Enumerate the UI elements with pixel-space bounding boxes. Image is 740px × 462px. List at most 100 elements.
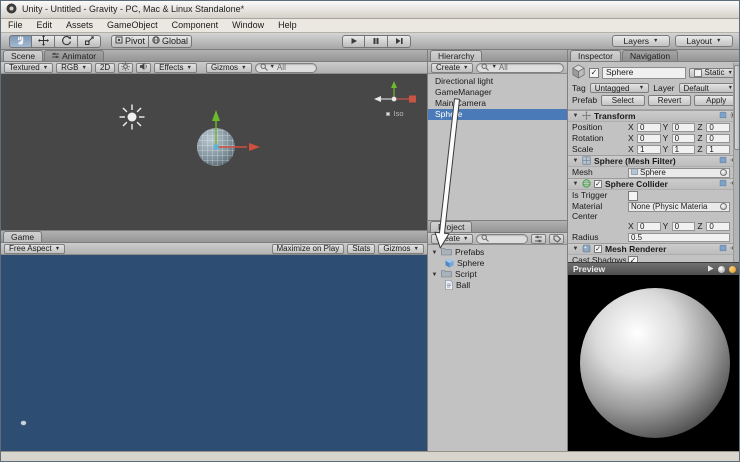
scene-viewport[interactable]: Iso (1, 74, 427, 230)
scene-audio-toggle[interactable] (136, 62, 152, 73)
preview-light-icon[interactable] (718, 265, 725, 273)
effects-dropdown[interactable]: Effects ▼ (154, 62, 197, 73)
center-x-field[interactable]: 0 (637, 222, 661, 231)
physic-material-field[interactable]: None (Physic Materia (628, 201, 730, 212)
rotation-z-field[interactable]: 0 (706, 134, 731, 143)
mesh-renderer-header[interactable]: ▼ Mesh Renderer (568, 243, 739, 255)
hand-tool-button[interactable] (9, 34, 32, 48)
layers-dropdown[interactable]: Layers ▼ (612, 35, 670, 47)
prefab-revert-button[interactable]: Revert (647, 95, 692, 106)
prefab-apply-button[interactable]: Apply (694, 95, 739, 106)
project-item-ball-script[interactable]: Ball (428, 279, 567, 291)
tab-project[interactable]: Project (430, 221, 473, 232)
radius-field[interactable]: 0.5 (628, 233, 730, 242)
menu-window[interactable]: Window (225, 19, 271, 32)
mesh-object-field[interactable]: Sphere (628, 167, 730, 178)
help-icon[interactable] (719, 111, 727, 121)
filter-type-icon[interactable] (531, 233, 546, 244)
rotate-tool-button[interactable] (55, 34, 78, 48)
prefab-select-button[interactable]: Select (601, 95, 645, 106)
maximize-on-play-button[interactable]: Maximize on Play (271, 243, 345, 254)
rotation-y-field[interactable]: 0 (671, 134, 696, 143)
stats-button[interactable]: Stats (347, 243, 376, 254)
menu-gameobject[interactable]: GameObject (100, 19, 165, 32)
position-z-field[interactable]: 0 (706, 123, 731, 132)
menu-edit[interactable]: Edit (30, 19, 60, 32)
global-toggle-button[interactable]: Global (149, 34, 193, 48)
tab-inspector[interactable]: Inspector (570, 50, 621, 61)
static-dropdown[interactable]: Static ▼ (688, 67, 738, 78)
mesh-filter-header[interactable]: ▼ Sphere (Mesh Filter) (568, 155, 739, 167)
scale-x-field[interactable]: 1 (637, 145, 661, 154)
sphere-collider-header[interactable]: ▼ Sphere Collider (568, 178, 739, 190)
layout-dropdown[interactable]: Layout ▼ (675, 35, 733, 47)
renderer-enabled-checkbox[interactable] (594, 245, 602, 253)
menu-component[interactable]: Component (165, 19, 226, 32)
move-tool-button[interactable] (32, 34, 55, 48)
project-create-dropdown[interactable]: Create ▼ (431, 233, 474, 244)
hierarchy-item-directional-light[interactable]: Directional light (428, 76, 567, 87)
transform-header[interactable]: ▼ Transform (568, 110, 739, 122)
hierarchy-search-input[interactable]: ▼ All (476, 62, 564, 73)
scale-z-field[interactable]: 1 (706, 145, 731, 154)
foldout-icon[interactable]: ▼ (572, 113, 579, 119)
help-icon[interactable] (719, 244, 727, 254)
is-trigger-checkbox[interactable] (628, 190, 638, 201)
position-x-field[interactable]: 0 (637, 123, 661, 132)
pivot-toggle-button[interactable]: Pivot (111, 34, 150, 48)
scene-lighting-toggle[interactable] (118, 62, 134, 73)
scene-search-input[interactable]: ▼ All (254, 62, 317, 73)
foldout-icon[interactable]: ▼ (572, 246, 579, 252)
scene-gizmos-dropdown[interactable]: Gizmos ▼ (205, 62, 252, 73)
foldout-icon[interactable]: ▼ (572, 181, 579, 187)
position-y-field[interactable]: 0 (671, 123, 696, 132)
menu-help[interactable]: Help (271, 19, 304, 32)
hierarchy-item-main-camera[interactable]: Main Camera (428, 98, 567, 109)
gameobject-enabled-checkbox[interactable] (589, 67, 599, 78)
scale-y-field[interactable]: 1 (671, 145, 696, 154)
tag-dropdown[interactable]: Untagged ▼ (589, 83, 650, 93)
tab-game[interactable]: Game (3, 231, 43, 242)
project-search-input[interactable] (476, 233, 528, 244)
preview-header[interactable]: Preview (568, 262, 739, 275)
foldout-icon[interactable]: ▼ (431, 250, 438, 256)
title-bar[interactable]: Unity - Untitled - Gravity - PC, Mac & L… (1, 1, 739, 19)
center-y-field[interactable]: 0 (671, 222, 696, 231)
foldout-icon[interactable]: ▼ (431, 272, 438, 278)
help-icon[interactable] (719, 156, 727, 166)
tab-navigation[interactable]: Navigation (621, 50, 679, 61)
scene-sphere-object[interactable] (197, 128, 235, 166)
layer-dropdown[interactable]: Default ▼ (678, 83, 739, 93)
scrollbar-thumb[interactable] (734, 65, 739, 150)
aspect-ratio-dropdown[interactable]: Free Aspect ▼ (4, 243, 66, 254)
menu-file[interactable]: File (1, 19, 30, 32)
project-item-sphere-prefab[interactable]: Sphere (428, 258, 567, 269)
toggle-2d-button[interactable]: 2D (94, 62, 116, 73)
help-icon[interactable] (719, 179, 727, 189)
rotation-x-field[interactable]: 0 (637, 134, 661, 143)
preview-play-icon[interactable] (707, 265, 714, 274)
center-z-field[interactable]: 0 (706, 222, 731, 231)
render-mode-dropdown[interactable]: RGB ▼ (56, 62, 92, 73)
step-button[interactable] (388, 35, 411, 48)
tab-animator[interactable]: Animator (44, 50, 105, 61)
object-picker-icon[interactable] (720, 203, 727, 210)
hierarchy-item-sphere[interactable]: Sphere (428, 109, 567, 120)
gameobject-name-field[interactable]: Sphere (602, 66, 686, 79)
game-gizmos-dropdown[interactable]: Gizmos ▼ (378, 243, 424, 254)
filter-label-icon[interactable] (549, 233, 564, 244)
directional-light-gizmo[interactable] (118, 103, 146, 131)
hierarchy-item-gamemanager[interactable]: GameManager (428, 87, 567, 98)
tab-hierarchy[interactable]: Hierarchy (430, 50, 483, 61)
play-button[interactable] (342, 35, 365, 48)
pause-button[interactable] (365, 35, 388, 48)
project-folder-script[interactable]: ▼ Script (428, 269, 567, 280)
object-picker-icon[interactable] (720, 169, 727, 176)
foldout-icon[interactable]: ▼ (572, 158, 579, 164)
menu-assets[interactable]: Assets (59, 19, 100, 32)
tab-scene[interactable]: Scene (3, 50, 44, 61)
static-checkbox[interactable] (693, 68, 702, 77)
hierarchy-create-dropdown[interactable]: Create ▼ (431, 62, 474, 73)
project-folder-prefabs[interactable]: ▼ Prefabs (428, 247, 567, 258)
preview-settings-icon[interactable] (729, 265, 736, 273)
